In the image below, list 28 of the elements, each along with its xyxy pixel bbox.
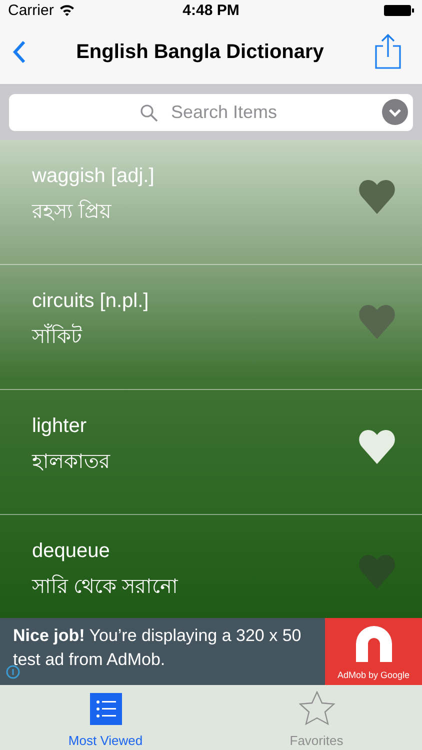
nav-title: English Bangla Dictionary [76,40,324,64]
entry-word: dequeue [32,540,111,563]
entry-word: waggish [adj.] [32,165,154,188]
status-time: 4:48 PM [182,2,240,18]
share-icon[interactable] [374,34,402,70]
dropdown-icon[interactable] [382,99,408,125]
logo-icon [354,624,394,664]
tab[interactable]: Favorites [211,685,422,750]
list-icon [90,693,122,725]
star-icon [298,691,334,725]
carrier-label: Carrier [8,2,54,18]
back-icon[interactable] [12,40,26,64]
info-icon[interactable] [6,665,20,679]
battery-icon [384,4,414,16]
entry-word: lighter [32,415,88,438]
wifi-icon [58,4,75,16]
tab[interactable]: Most Viewed [0,685,211,750]
entry-meaning: সারি থেকে সরানো [32,574,178,600]
entry-meaning: রহস্য প্রিয় [32,198,113,225]
heart-icon[interactable] [358,429,396,465]
entry-word: circuits [n.pl.] [32,290,149,313]
entry-meaning: সাঁকিট [32,321,149,354]
heart-icon[interactable] [358,179,396,215]
admob-logo[interactable]: AdMob by Google [325,618,422,685]
entry-meaning: হালকাতর [32,450,110,475]
search-icon [140,104,158,122]
ad-text[interactable]: Nice job! You’re displaying a 320 x 50 test ad from AdMob. [0,618,325,685]
search-field[interactable]: Search Items [9,94,413,131]
